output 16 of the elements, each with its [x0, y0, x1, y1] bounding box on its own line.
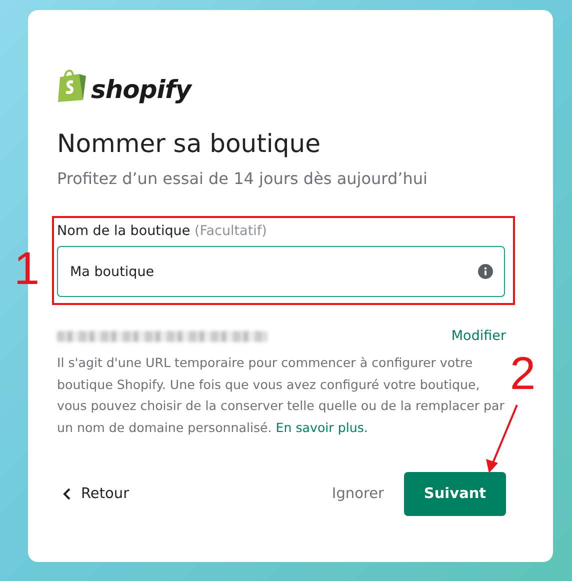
skip-button[interactable]: Ignorer	[312, 486, 404, 502]
field-label: Nom de la boutique (Facultatif)	[57, 222, 268, 240]
annotation-arrow	[486, 404, 518, 473]
back-button[interactable]: Retour	[57, 486, 130, 502]
page-subtitle: Profitez d’un essai de 14 jours dès aujourd’hui	[57, 168, 428, 190]
info-icon	[478, 264, 493, 279]
learn-more-link[interactable]: En savoir plus.	[276, 420, 368, 434]
chevron-left-icon	[63, 488, 71, 500]
modify-link[interactable]: Modifier	[451, 328, 506, 344]
annotation-number: 2	[510, 350, 536, 396]
shopping-bag-icon	[57, 68, 87, 102]
page-title: Nommer sa boutique	[57, 128, 322, 160]
logo-wordmark: shopify	[91, 77, 191, 102]
url-description: Il s'agit d'une URL temporaire pour commencer à configurer votre boutique Shopify. Une fois que vous avez configuré votre boutique, vous pouvez choisir de la conserver telle quelle ou de la remplacer par un nom de domaine personnalisé. En savoir plus.	[57, 354, 506, 437]
next-button[interactable]: Suivant	[404, 472, 506, 516]
store-name-field[interactable]: Ma boutique	[57, 246, 505, 297]
